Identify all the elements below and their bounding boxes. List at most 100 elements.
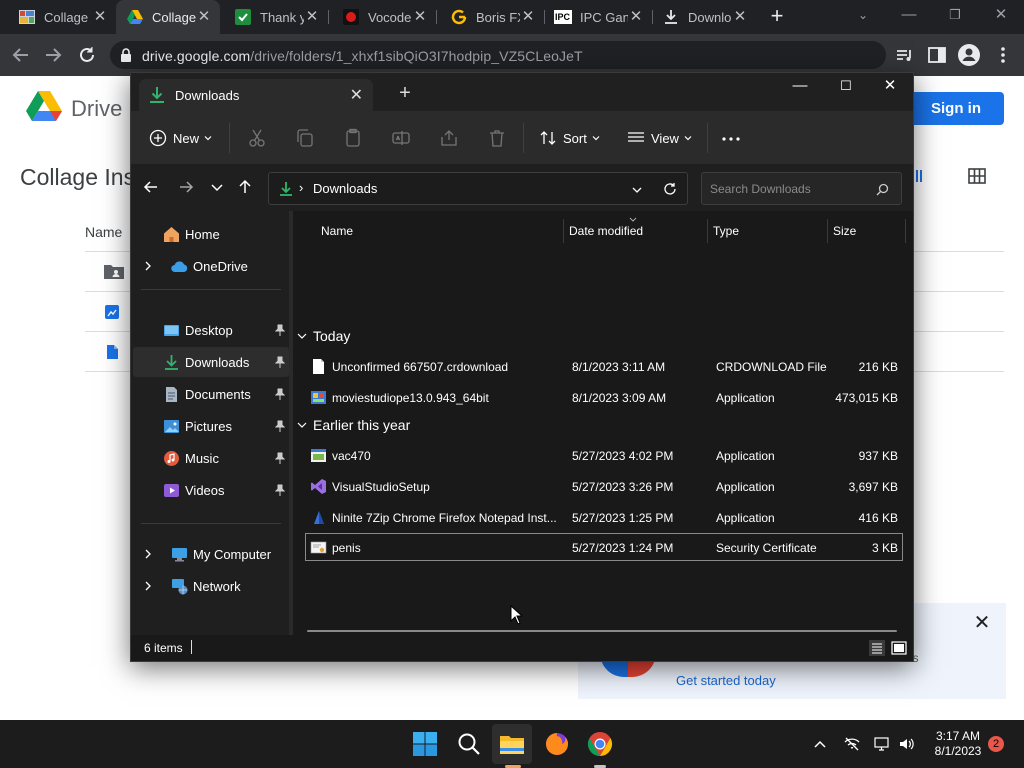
column-separator[interactable] [707, 219, 708, 243]
file-row[interactable]: VisualStudioSetup 5/27/2023 3:26 PM Appl… [305, 472, 903, 500]
close-tab-icon[interactable]: ✕ [92, 9, 108, 25]
explorer-close-button[interactable]: ✕ [867, 73, 913, 101]
nav-item-onedrive[interactable]: OneDrive [133, 251, 289, 281]
column-separator[interactable] [827, 219, 828, 243]
sort-button[interactable]: Sort [539, 111, 600, 165]
drive-name-column[interactable]: Name [85, 224, 122, 240]
nav-item-home[interactable]: Home [133, 219, 289, 249]
column-separator[interactable] [905, 219, 906, 243]
details-view-icon[interactable] [868, 639, 886, 657]
windows-start-icon[interactable] [411, 730, 439, 758]
nav-item-documents[interactable]: Documents [133, 379, 289, 409]
expand-chevron-icon[interactable] [141, 579, 155, 593]
breadcrumb-downloads[interactable]: Downloads [313, 181, 377, 196]
close-tab-icon[interactable]: ✕ [412, 9, 428, 25]
file-row[interactable]: Ninite 7Zip Chrome Firefox Notepad Inst.… [305, 503, 903, 531]
minimize-button[interactable]: — [886, 0, 932, 34]
column-separator[interactable] [563, 219, 564, 243]
network-off-icon[interactable] [844, 736, 860, 752]
search-icon[interactable] [455, 730, 483, 758]
reload-icon[interactable] [74, 42, 100, 68]
close-tab-icon[interactable]: ✕ [732, 9, 748, 25]
file-row-selected[interactable]: penis 5/27/2023 1:24 PM Security Certifi… [305, 533, 903, 561]
group-header-earlier-this-year[interactable]: Earlier this year [297, 417, 410, 433]
nav-item-downloads[interactable]: Downloads [133, 347, 289, 377]
nav-item-my-computer[interactable]: My Computer [133, 539, 289, 569]
display-network-icon[interactable] [874, 736, 890, 752]
new-tab-button[interactable]: + [765, 5, 789, 29]
view-button[interactable]: View [627, 111, 692, 165]
file-row[interactable]: vac470 5/27/2023 4:02 PM Application 937… [305, 441, 903, 469]
horizontal-scrollbar[interactable] [307, 630, 897, 632]
up-arrow-icon[interactable] [235, 177, 255, 197]
promo-cta-link[interactable]: Get started today [676, 673, 776, 688]
column-header-size[interactable]: Size [833, 211, 856, 251]
file-row[interactable]: moviestudiope13.0.943_64bit 8/1/2023 3:0… [305, 383, 903, 411]
list-view-icon[interactable] [915, 168, 923, 184]
group-header-today[interactable]: Today [297, 328, 350, 344]
recent-locations-chevron-icon[interactable] [207, 177, 227, 197]
column-header-date[interactable]: Date modified [569, 211, 643, 251]
search-icon[interactable] [876, 183, 889, 196]
column-header-type[interactable]: Type [713, 211, 739, 251]
taskbar-clock[interactable]: 3:17 AM 8/1/2023 [928, 729, 988, 759]
path-bar[interactable]: › Downloads [268, 172, 688, 205]
delete-icon[interactable] [487, 128, 507, 148]
nav-item-videos[interactable]: Videos [133, 475, 289, 505]
browser-tab[interactable]: Collage ✕ [0, 0, 116, 34]
file-explorer-icon[interactable] [498, 730, 526, 758]
close-tab-icon[interactable]: ✕ [520, 9, 536, 25]
new-button[interactable]: New [149, 111, 212, 165]
rename-icon[interactable] [391, 128, 411, 148]
show-hidden-icons-chevron-icon[interactable] [812, 736, 828, 752]
back-arrow-icon[interactable] [141, 177, 161, 197]
cut-icon[interactable] [247, 128, 267, 148]
explorer-minimize-button[interactable]: — [777, 73, 823, 101]
explorer-tab-downloads[interactable]: Downloads ✕ [139, 79, 373, 111]
browser-tab[interactable]: Vocode ✕ [328, 0, 436, 34]
browser-tab-active[interactable]: Collage ✕ [116, 0, 220, 34]
explorer-maximize-button[interactable]: ☐ [823, 73, 869, 101]
paste-icon[interactable] [343, 128, 363, 148]
tiles-view-icon[interactable] [890, 639, 908, 657]
forward-arrow-icon[interactable] [40, 42, 66, 68]
close-tab-icon[interactable]: ✕ [350, 85, 363, 105]
column-header-name[interactable]: Name [321, 211, 353, 251]
expand-chevron-icon[interactable] [141, 547, 155, 561]
share-icon[interactable] [439, 128, 459, 148]
notification-badge[interactable]: 2 [988, 736, 1004, 752]
chrome-icon[interactable] [586, 730, 614, 758]
browser-tab[interactable]: Boris FX ✕ [436, 0, 544, 34]
path-history-chevron-icon[interactable] [631, 184, 643, 196]
close-tab-icon[interactable]: ✕ [304, 9, 320, 25]
close-tab-icon[interactable]: ✕ [196, 9, 212, 25]
new-explorer-tab-button[interactable]: + [395, 83, 415, 103]
browser-tab[interactable]: Thank y ✕ [220, 0, 328, 34]
firefox-icon[interactable] [543, 730, 571, 758]
forward-arrow-icon[interactable] [176, 177, 196, 197]
side-panel-icon[interactable] [924, 42, 950, 68]
refresh-icon[interactable] [663, 182, 677, 196]
grid-view-icon[interactable] [968, 168, 986, 184]
file-row[interactable]: Unconfirmed 667507.crdownload 8/1/2023 3… [305, 352, 903, 380]
browser-tab[interactable]: IPC IPC Gan ✕ [544, 0, 652, 34]
expand-chevron-icon[interactable] [141, 259, 155, 273]
kebab-menu-icon[interactable] [990, 42, 1016, 68]
nav-item-network[interactable]: Network [133, 571, 289, 601]
copy-icon[interactable] [295, 128, 315, 148]
close-tab-icon[interactable]: ✕ [628, 9, 644, 25]
browser-tab[interactable]: Downlo ✕ [652, 0, 756, 34]
back-arrow-icon[interactable] [8, 42, 34, 68]
address-bar[interactable]: drive.google.com/drive/folders/1_xhxf1si… [110, 41, 886, 69]
volume-icon[interactable] [898, 736, 914, 752]
search-box[interactable]: Search Downloads [701, 172, 902, 205]
close-window-button[interactable]: ✕ [978, 0, 1024, 34]
profile-avatar-icon[interactable] [956, 42, 982, 68]
restore-button[interactable]: ❐ [932, 0, 978, 34]
nav-item-pictures[interactable]: Pictures [133, 411, 289, 441]
nav-item-desktop[interactable]: Desktop [133, 315, 289, 345]
lock-icon[interactable] [120, 48, 132, 62]
media-controls-icon[interactable] [892, 42, 918, 68]
close-promo-icon[interactable]: ✕ [972, 613, 992, 633]
more-options-icon[interactable] [721, 129, 741, 149]
